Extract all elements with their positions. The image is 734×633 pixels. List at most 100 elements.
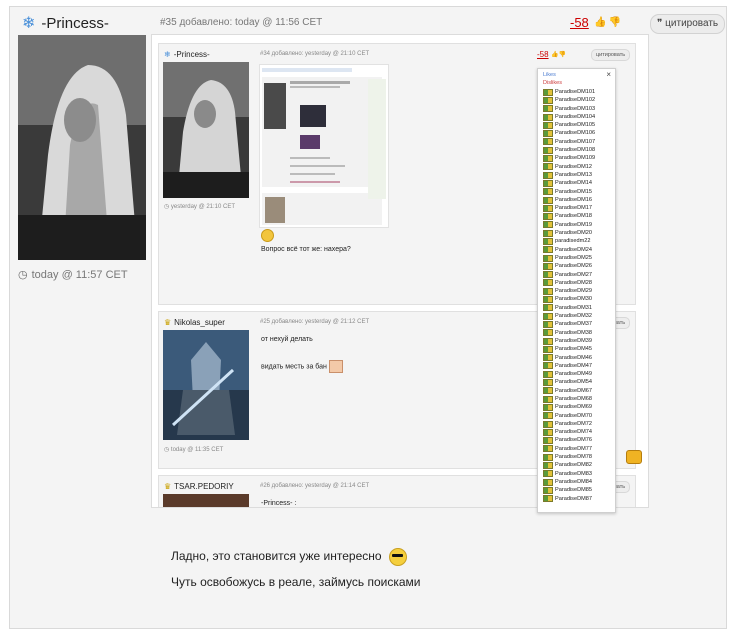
popup-user-item[interactable]: ParadiseDM69 bbox=[543, 403, 595, 411]
popup-user-name[interactable]: ParadiseDM37 bbox=[555, 320, 592, 328]
popup-user-item[interactable]: ParadiseDM45 bbox=[543, 345, 595, 353]
popup-user-item[interactable]: ParadiseDM68 bbox=[543, 395, 595, 403]
popup-user-name[interactable]: ParadiseDM78 bbox=[555, 453, 592, 461]
popup-user-name[interactable]: ParadiseDM49 bbox=[555, 370, 592, 378]
popup-user-name[interactable]: ParadiseDM54 bbox=[555, 378, 592, 386]
popup-user-item[interactable]: ParadiseDM16 bbox=[543, 196, 595, 204]
popup-user-name[interactable]: ParadiseDM69 bbox=[555, 403, 592, 411]
popup-user-name[interactable]: ParadiseDM67 bbox=[555, 387, 592, 395]
popup-user-item[interactable]: ParadiseDM17 bbox=[543, 204, 595, 212]
popup-user-name[interactable]: ParadiseDM24 bbox=[555, 246, 592, 254]
close-icon[interactable]: × bbox=[606, 70, 611, 79]
popup-user-name[interactable]: ParadiseDM17 bbox=[555, 204, 592, 212]
popup-user-name[interactable]: ParadiseDM30 bbox=[555, 295, 592, 303]
popup-user-name[interactable]: paradisedm22 bbox=[555, 237, 590, 245]
popup-user-item[interactable]: ParadiseDM67 bbox=[543, 387, 595, 395]
popup-user-item[interactable]: ParadiseDM27 bbox=[543, 271, 595, 279]
popup-user-item[interactable]: ParadiseDM106 bbox=[543, 129, 595, 138]
popup-user-name[interactable]: ParadiseDM39 bbox=[555, 337, 592, 345]
popup-user-item[interactable]: ParadiseDM37 bbox=[543, 320, 595, 328]
popup-user-name[interactable]: ParadiseDM82 bbox=[555, 461, 592, 469]
popup-user-name[interactable]: ParadiseDM83 bbox=[555, 470, 592, 478]
popup-user-item[interactable]: ParadiseDM83 bbox=[543, 470, 595, 478]
popup-user-name[interactable]: ParadiseDM84 bbox=[555, 478, 592, 486]
post-rating[interactable]: -58 bbox=[570, 15, 589, 30]
popup-user-item[interactable]: ParadiseDM74 bbox=[543, 428, 595, 436]
popup-user-item[interactable]: ParadiseDM77 bbox=[543, 445, 595, 453]
quote-button[interactable]: ❞ цитировать bbox=[650, 14, 726, 34]
popup-user-item[interactable]: ParadiseDM14 bbox=[543, 179, 595, 187]
popup-user-item[interactable]: ParadiseDM19 bbox=[543, 221, 595, 229]
popup-user-item[interactable]: ParadiseDM20 bbox=[543, 229, 595, 237]
popup-user-item[interactable]: ParadiseDM38 bbox=[543, 329, 595, 337]
popup-user-name[interactable]: ParadiseDM104 bbox=[555, 113, 595, 121]
popup-user-item[interactable]: ParadiseDM49 bbox=[543, 370, 595, 378]
popup-user-item[interactable]: ParadiseDM109 bbox=[543, 154, 595, 163]
popup-user-item[interactable]: ParadiseDM15 bbox=[543, 188, 595, 196]
popup-user-item[interactable]: ParadiseDM72 bbox=[543, 420, 595, 428]
popup-user-name[interactable]: ParadiseDM46 bbox=[555, 354, 592, 362]
popup-user-item[interactable]: ParadiseDM12 bbox=[543, 163, 595, 171]
popup-user-name[interactable]: ParadiseDM106 bbox=[555, 129, 595, 137]
popup-user-name[interactable]: ParadiseDM15 bbox=[555, 188, 592, 196]
popup-user-item[interactable]: ParadiseDM78 bbox=[543, 453, 595, 461]
popup-user-item[interactable]: ParadiseDM54 bbox=[543, 378, 595, 387]
popup-user-item[interactable]: ParadiseDM82 bbox=[543, 461, 595, 469]
popup-user-item[interactable]: ParadiseDM28 bbox=[543, 279, 595, 287]
popup-user-name[interactable]: ParadiseDM47 bbox=[555, 362, 592, 370]
popup-user-name[interactable]: ParadiseDM76 bbox=[555, 436, 592, 444]
popup-user-name[interactable]: ParadiseDM20 bbox=[555, 229, 592, 237]
popup-user-name[interactable]: ParadiseDM19 bbox=[555, 221, 592, 229]
popup-user-item[interactable]: ParadiseDM105 bbox=[543, 121, 595, 129]
popup-user-name[interactable]: ParadiseDM107 bbox=[555, 138, 595, 146]
popup-user-name[interactable]: ParadiseDM102 bbox=[555, 96, 595, 104]
popup-user-item[interactable]: ParadiseDM26 bbox=[543, 262, 595, 270]
popup-user-name[interactable]: ParadiseDM87 bbox=[555, 495, 592, 503]
post-author[interactable]: ❄ -Princess- bbox=[22, 15, 109, 32]
popup-user-name[interactable]: ParadiseDM85 bbox=[555, 486, 592, 494]
popup-user-name[interactable]: ParadiseDM14 bbox=[555, 179, 592, 187]
popup-user-item[interactable]: ParadiseDM70 bbox=[543, 412, 595, 420]
popup-user-item[interactable]: ParadiseDM85 bbox=[543, 486, 595, 494]
thumbs-down-icon[interactable]: 👎 bbox=[608, 17, 622, 28]
popup-user-name[interactable]: ParadiseDM105 bbox=[555, 121, 595, 129]
popup-user-item[interactable]: ParadiseDM108 bbox=[543, 146, 595, 154]
popup-user-item[interactable]: paradisedm22 bbox=[543, 237, 595, 245]
popup-user-name[interactable]: ParadiseDM109 bbox=[555, 154, 595, 162]
popup-user-name[interactable]: ParadiseDM45 bbox=[555, 345, 592, 353]
popup-user-name[interactable]: ParadiseDM27 bbox=[555, 271, 592, 279]
popup-user-item[interactable]: ParadiseDM104 bbox=[543, 113, 595, 121]
popup-user-name[interactable]: ParadiseDM29 bbox=[555, 287, 592, 295]
popup-user-item[interactable]: ParadiseDM47 bbox=[543, 362, 595, 370]
avatar[interactable] bbox=[18, 35, 146, 260]
popup-user-item[interactable]: ParadiseDM102 bbox=[543, 96, 595, 104]
popup-user-name[interactable]: ParadiseDM70 bbox=[555, 412, 592, 420]
popup-user-item[interactable]: ParadiseDM76 bbox=[543, 436, 595, 445]
popup-user-item[interactable]: ParadiseDM46 bbox=[543, 354, 595, 362]
popup-user-name[interactable]: ParadiseDM68 bbox=[555, 395, 592, 403]
popup-user-item[interactable]: ParadiseDM101 bbox=[543, 88, 595, 96]
popup-user-name[interactable]: ParadiseDM25 bbox=[555, 254, 592, 262]
popup-user-name[interactable]: ParadiseDM72 bbox=[555, 420, 592, 428]
popup-user-item[interactable]: ParadiseDM39 bbox=[543, 337, 595, 345]
author-name[interactable]: -Princess- bbox=[41, 15, 109, 32]
popup-user-name[interactable]: ParadiseDM38 bbox=[555, 329, 592, 337]
popup-user-name[interactable]: ParadiseDM28 bbox=[555, 279, 592, 287]
popup-user-item[interactable]: ParadiseDM84 bbox=[543, 478, 595, 486]
popup-user-item[interactable]: ParadiseDM107 bbox=[543, 138, 595, 146]
popup-user-item[interactable]: ParadiseDM29 bbox=[543, 287, 595, 295]
popup-user-name[interactable]: ParadiseDM12 bbox=[555, 163, 592, 171]
popup-user-name[interactable]: ParadiseDM31 bbox=[555, 304, 592, 312]
popup-user-item[interactable]: ParadiseDM103 bbox=[543, 105, 595, 113]
popup-user-name[interactable]: ParadiseDM74 bbox=[555, 428, 592, 436]
popup-user-name[interactable]: ParadiseDM77 bbox=[555, 445, 592, 453]
popup-user-item[interactable]: ParadiseDM30 bbox=[543, 295, 595, 304]
popup-user-item[interactable]: ParadiseDM13 bbox=[543, 171, 595, 179]
popup-user-name[interactable]: ParadiseDM18 bbox=[555, 212, 592, 220]
popup-user-item[interactable]: ParadiseDM25 bbox=[543, 254, 595, 262]
popup-user-name[interactable]: ParadiseDM16 bbox=[555, 196, 592, 204]
popup-user-name[interactable]: ParadiseDM26 bbox=[555, 262, 592, 270]
thumbs-up-icon[interactable]: 👍 bbox=[594, 17, 608, 28]
popup-user-name[interactable]: ParadiseDM32 bbox=[555, 312, 592, 320]
popup-user-item[interactable]: ParadiseDM87 bbox=[543, 495, 595, 503]
